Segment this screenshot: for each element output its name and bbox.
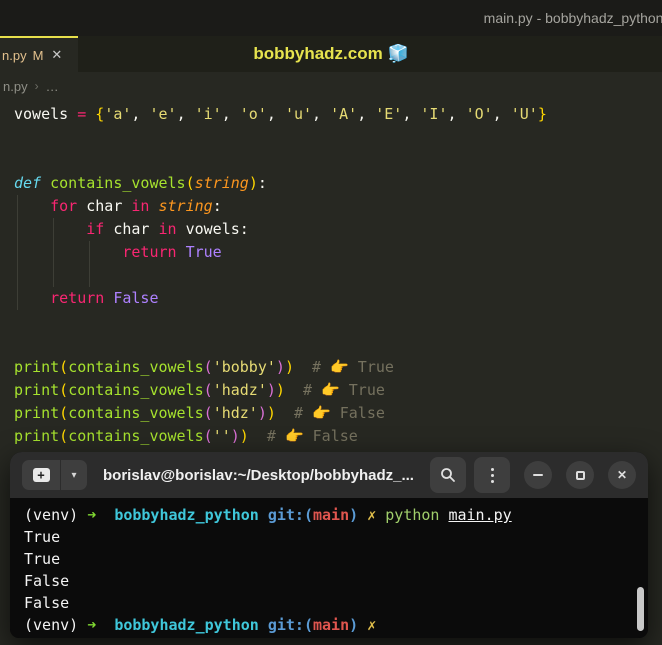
- terminal-titlebar[interactable]: + ▾ borislav@borislav:~/Desktop/bobbyhad…: [10, 452, 648, 498]
- indent-guide: [17, 195, 18, 310]
- indent-guide: [53, 218, 54, 287]
- terminal-line: False: [24, 572, 70, 590]
- window-title: main.py - bobbyhadz_python -: [483, 10, 662, 26]
- chevron-right-icon: ›: [34, 79, 39, 93]
- close-button[interactable]: ✕: [608, 461, 636, 489]
- breadcrumb-file[interactable]: n.py: [3, 79, 28, 94]
- terminal-window[interactable]: + ▾ borislav@borislav:~/Desktop/bobbyhad…: [10, 452, 648, 638]
- tab-label: n.py: [2, 47, 27, 63]
- code-line: vowels = {'a', 'e', 'i', 'o', 'u', 'A', …: [14, 105, 547, 123]
- terminal-line: (venv) ➜ bobbyhadz_python git:(main) ✗: [24, 616, 377, 634]
- search-icon: [441, 468, 455, 482]
- code-line: print(contains_vowels('bobby')) # 👉 True: [14, 358, 394, 376]
- chevron-down-icon: ▾: [71, 469, 77, 481]
- terminal-title: borislav@borislav:~/Desktop/bobbyhadz_..…: [103, 466, 414, 484]
- indent-guide: [89, 241, 90, 287]
- code-area[interactable]: vowels = {'a', 'e', 'i', 'o', 'u', 'A', …: [0, 100, 662, 448]
- search-button[interactable]: [430, 457, 466, 493]
- new-tab-button[interactable]: +: [22, 460, 60, 490]
- new-tab-dropdown-button[interactable]: ▾: [61, 460, 87, 490]
- terminal-line: (venv) ➜ bobbyhadz_python git:(main) ✗ p…: [24, 506, 512, 524]
- code-line: print(contains_vowels('hdz')) # 👉 False: [14, 404, 385, 422]
- code-line: return True: [122, 243, 222, 261]
- terminal-line: True: [24, 528, 61, 546]
- code-line: return False: [50, 289, 159, 307]
- menu-button[interactable]: [474, 457, 510, 493]
- minimize-button[interactable]: [524, 461, 552, 489]
- breadcrumb[interactable]: n.py › …: [0, 72, 662, 100]
- editor-tab-bar: n.py M ✕ bobbyhadz.com 🧊: [0, 36, 662, 72]
- breadcrumb-ellipsis[interactable]: …: [46, 79, 59, 94]
- maximize-button[interactable]: [566, 461, 594, 489]
- maximize-icon: [575, 470, 585, 480]
- window-titlebar: main.py - bobbyhadz_python -: [0, 0, 662, 36]
- minimize-icon: [533, 474, 543, 476]
- terminal-lines: (venv) ➜ bobbyhadz_python git:(main) ✗ p…: [24, 504, 648, 636]
- code-line: if char in vowels:: [86, 220, 249, 238]
- watermark-title: bobbyhadz.com 🧊: [253, 44, 409, 63]
- code-line: print(contains_vowels('')) # 👉 False: [14, 427, 358, 445]
- close-icon: ✕: [616, 468, 628, 482]
- kebab-menu-icon: [490, 467, 494, 483]
- code-line: print(contains_vowels('hadz')) # 👉 True: [14, 381, 385, 399]
- tab-close-icon[interactable]: ✕: [51, 47, 62, 63]
- terminal-scrollbar[interactable]: [637, 587, 644, 631]
- new-tab-icon: +: [32, 468, 50, 482]
- new-tab-split-button[interactable]: + ▾: [22, 460, 87, 490]
- tab-main-py[interactable]: n.py M ✕: [0, 36, 78, 72]
- code-line: for char in string:: [50, 197, 222, 215]
- terminal-output[interactable]: (venv) ➜ bobbyhadz_python git:(main) ✗ p…: [10, 498, 648, 638]
- terminal-line: True: [24, 550, 61, 568]
- code-line: def contains_vowels(string):: [14, 174, 267, 192]
- terminal-line: False: [24, 594, 70, 612]
- git-modified-badge: M: [32, 47, 44, 63]
